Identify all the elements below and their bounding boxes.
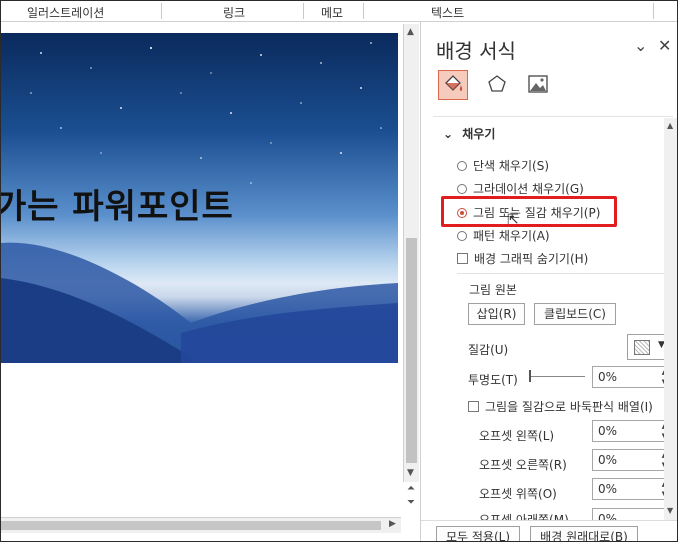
ribbon-group-illustrations: 일러스트레이션: [27, 6, 105, 20]
offset-left-stepper[interactable]: 0% ▲▼: [592, 420, 671, 442]
highlight-annotation: [441, 196, 617, 227]
offset-right-label: 오프셋 오른쪽(R): [479, 458, 567, 472]
ribbon-separator: [653, 3, 654, 19]
slide-canvas[interactable]: 가는 파워포인트: [1, 33, 398, 363]
offset-left-label: 오프셋 왼쪽(L): [479, 429, 555, 443]
ribbon-separator: [363, 3, 364, 19]
option-label: 패턴 채우기(A): [473, 229, 550, 243]
radio-pattern-fill[interactable]: 패턴 채우기(A): [457, 227, 550, 244]
hide-background-graphics[interactable]: 배경 그래픽 숨기기(H): [457, 250, 588, 267]
transparency-stepper[interactable]: 0% ▲▼: [592, 366, 671, 388]
texture-swatch-icon: [634, 340, 650, 355]
ribbon-group-labels: 일러스트레이션 링크 메모 텍스트: [1, 1, 677, 22]
insert-button[interactable]: 삽입(R): [468, 303, 525, 325]
checkbox-label: 배경 그래픽 숨기기(H): [474, 252, 589, 266]
offset-top-stepper[interactable]: 0% ▲▼: [592, 478, 671, 500]
chevron-down-icon: ⌄: [443, 127, 454, 141]
divider: [433, 116, 673, 117]
radio-button[interactable]: [457, 184, 467, 194]
horizontal-scrollbar[interactable]: ▶: [1, 517, 401, 533]
pane-scrollbar[interactable]: ▲ ▼: [664, 118, 677, 520]
radio-solid-fill[interactable]: 단색 채우기(S): [457, 157, 549, 174]
pane-footer: 모두 적용(L) 배경 원래대로(B): [421, 520, 677, 541]
ribbon-separator: [161, 3, 162, 19]
scroll-down-icon[interactable]: ▼: [667, 506, 673, 515]
mouse-cursor-icon: ⇱: [507, 212, 519, 228]
scroll-up-icon[interactable]: ▲: [407, 27, 414, 37]
scroll-up-icon[interactable]: ▲: [667, 121, 673, 130]
scroll-right-icon[interactable]: ▶: [389, 519, 396, 529]
previous-slide-icon[interactable]: ⏶: [407, 483, 415, 494]
app-window: 일러스트레이션 링크 메모 텍스트 가는 파워포인트 ▲ ▼ ⏶ ⏷ ▶ 배경 …: [0, 0, 678, 542]
close-icon[interactable]: ✕: [658, 36, 671, 55]
reset-background-button[interactable]: 배경 원래대로(B): [530, 526, 638, 541]
checkbox-label: 그림을 질감으로 바둑판식 배열(I): [485, 400, 653, 414]
picture-icon[interactable]: [523, 70, 553, 100]
pane-options-chevron-icon[interactable]: ⌄: [634, 36, 647, 55]
clipboard-button[interactable]: 클립보드(C): [534, 303, 616, 325]
transparency-slider-track[interactable]: [530, 376, 585, 377]
offset-right-stepper[interactable]: 0% ▲▼: [592, 449, 671, 471]
vertical-scrollbar[interactable]: ▲ ▼: [403, 24, 419, 482]
slide-title-text[interactable]: 가는 파워포인트: [1, 179, 234, 228]
effects-icon[interactable]: [482, 70, 512, 100]
transparency-slider-thumb[interactable]: [529, 370, 531, 382]
radio-button[interactable]: [457, 231, 467, 241]
checkbox[interactable]: [457, 253, 468, 264]
slide-editor: 가는 파워포인트 ▲ ▼ ⏶ ⏷ ▶: [1, 22, 419, 541]
transparency-label: 투명도(T): [468, 373, 518, 387]
divider: [457, 273, 673, 274]
vertical-scroll-thumb[interactable]: [406, 238, 417, 463]
ribbon-separator: [303, 3, 304, 19]
fill-section-label: 채우기: [462, 127, 496, 141]
texture-label: 질감(U): [468, 343, 509, 357]
offset-right-value[interactable]: 0%: [598, 453, 617, 467]
option-label: 단색 채우기(S): [473, 159, 549, 173]
fill-section-header[interactable]: ⌄ 채우기: [443, 125, 495, 142]
checkbox[interactable]: [468, 401, 479, 412]
ribbon-group-links: 링크: [223, 6, 246, 20]
ribbon-group-text: 텍스트: [431, 6, 465, 20]
tile-picture-checkbox[interactable]: 그림을 질감으로 바둑판식 배열(I): [468, 398, 653, 415]
ribbon-group-comments: 메모: [321, 6, 344, 20]
format-background-pane: 배경 서식 ⌄ ✕ ⌄ 채우기 단색 채우기(S) 그라데이션 채우기(G) 그…: [420, 22, 677, 541]
option-label: 그라데이션 채우기(G): [473, 182, 584, 196]
next-slide-icon[interactable]: ⏷: [407, 497, 415, 508]
radio-gradient-fill[interactable]: 그라데이션 채우기(G): [457, 180, 584, 197]
pane-title: 배경 서식: [436, 39, 516, 63]
offset-left-value[interactable]: 0%: [598, 424, 617, 438]
offset-top-value[interactable]: 0%: [598, 482, 617, 496]
fill-icon[interactable]: [438, 70, 468, 100]
horizontal-scroll-thumb[interactable]: [1, 521, 381, 530]
apply-to-all-button[interactable]: 모두 적용(L): [436, 526, 520, 541]
scroll-down-icon[interactable]: ▼: [407, 468, 414, 478]
picture-source-label: 그림 원본: [469, 283, 517, 297]
offset-top-label: 오프셋 위쪽(O): [479, 487, 557, 501]
transparency-value[interactable]: 0%: [598, 370, 617, 384]
radio-button[interactable]: [457, 161, 467, 171]
